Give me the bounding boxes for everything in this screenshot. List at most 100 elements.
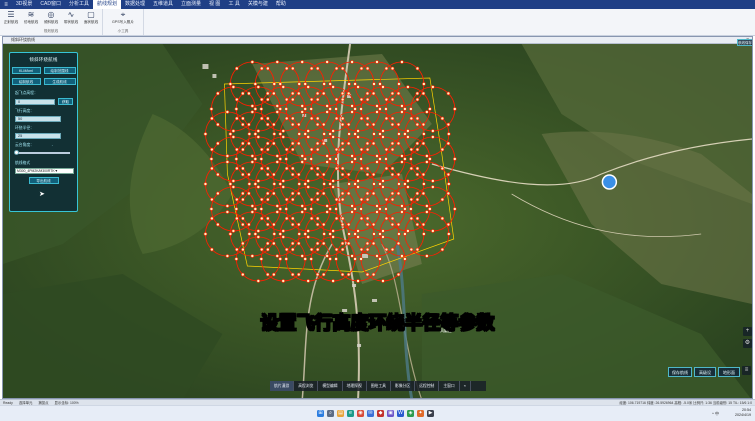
waypoint[interactable] xyxy=(315,247,320,252)
waypoint[interactable] xyxy=(446,141,451,146)
menu-item-1[interactable]: CAD窗口 xyxy=(36,0,65,9)
waypoint[interactable] xyxy=(231,85,236,89)
waypoint[interactable] xyxy=(241,222,245,227)
waypoint[interactable] xyxy=(284,257,289,261)
waypoint[interactable] xyxy=(250,204,255,208)
waypoint[interactable] xyxy=(346,91,351,96)
system-tray[interactable]: ^ 中 xyxy=(712,411,719,417)
waypoint[interactable] xyxy=(259,107,264,111)
waypoint[interactable] xyxy=(272,232,277,236)
waypoint[interactable] xyxy=(356,235,360,239)
waypoint[interactable] xyxy=(256,129,261,133)
waypoint[interactable] xyxy=(415,166,420,171)
waypoint[interactable] xyxy=(384,207,388,211)
waypoint[interactable] xyxy=(365,166,370,171)
waypoint[interactable] xyxy=(350,110,354,114)
waypoint[interactable] xyxy=(309,66,314,71)
waypoint[interactable] xyxy=(250,60,255,64)
waypoint[interactable] xyxy=(350,254,354,258)
waypoint[interactable] xyxy=(225,110,230,114)
waypoint[interactable] xyxy=(334,216,339,221)
waypoint[interactable] xyxy=(265,191,270,196)
waypoint[interactable] xyxy=(266,166,270,171)
waypoint[interactable] xyxy=(422,132,426,136)
waypoint[interactable] xyxy=(347,182,351,186)
waypoint[interactable] xyxy=(390,172,395,177)
save-route-button[interactable]: 保存航线 xyxy=(668,367,692,377)
waypoint[interactable] xyxy=(390,247,395,252)
waypoint[interactable] xyxy=(265,222,270,227)
waypoint[interactable] xyxy=(231,135,236,139)
waypoint[interactable] xyxy=(284,166,289,171)
waypoint[interactable] xyxy=(359,257,363,261)
waypoint[interactable] xyxy=(396,141,401,146)
waypoint[interactable] xyxy=(290,141,295,146)
waypoint[interactable] xyxy=(384,107,388,111)
waypoint[interactable] xyxy=(256,185,261,189)
waypoint[interactable] xyxy=(365,141,370,146)
waypoint[interactable] xyxy=(303,157,307,161)
waypoint[interactable] xyxy=(241,172,245,177)
waypoint[interactable] xyxy=(309,107,313,111)
waypoint[interactable] xyxy=(231,129,236,133)
waypoint[interactable] xyxy=(328,157,332,161)
waypoint[interactable] xyxy=(290,122,295,127)
waypoint[interactable] xyxy=(390,66,395,71)
waypoint[interactable] xyxy=(290,272,295,277)
waypoint[interactable] xyxy=(375,154,379,158)
menu-item-9[interactable]: 关模与建 xyxy=(244,0,272,9)
waypoint[interactable] xyxy=(365,172,370,177)
waypoint[interactable] xyxy=(425,204,429,208)
waypoint[interactable] xyxy=(403,257,407,261)
waypoint[interactable] xyxy=(256,229,261,233)
waypoint[interactable] xyxy=(428,157,432,161)
waypoint[interactable] xyxy=(425,210,429,214)
waypoint[interactable] xyxy=(253,107,258,111)
terrain-button[interactable]: 地形面 xyxy=(718,367,740,377)
waypoint[interactable] xyxy=(384,216,389,221)
waypoint[interactable] xyxy=(347,232,351,236)
waypoint[interactable] xyxy=(309,257,313,261)
waypoint[interactable] xyxy=(359,207,363,211)
waypoint[interactable] xyxy=(321,91,326,96)
waypoint[interactable] xyxy=(425,254,429,258)
waypoint[interactable] xyxy=(231,185,236,189)
waypoint[interactable] xyxy=(275,210,280,214)
waypoint[interactable] xyxy=(315,97,320,102)
waypoint[interactable] xyxy=(365,147,370,152)
waypoint[interactable] xyxy=(406,179,410,183)
waypoint[interactable] xyxy=(334,116,339,121)
waypoint[interactable] xyxy=(331,179,335,183)
search-icon[interactable]: ⌕ xyxy=(327,410,334,417)
waypoint[interactable] xyxy=(241,247,245,252)
waypoint[interactable] xyxy=(331,185,335,189)
waypoint[interactable] xyxy=(247,232,252,236)
waypoint[interactable] xyxy=(409,116,414,121)
app-menu-icon[interactable]: ≡ xyxy=(0,0,12,9)
waypoint[interactable] xyxy=(256,279,261,283)
waypoint[interactable] xyxy=(390,116,395,121)
waypoint[interactable] xyxy=(378,157,382,161)
waypoint[interactable] xyxy=(253,182,258,186)
waypoint[interactable] xyxy=(281,179,286,183)
waypoint[interactable] xyxy=(378,232,382,236)
waypoint[interactable] xyxy=(300,254,304,258)
generate-route-button[interactable]: 生成航线 xyxy=(43,78,76,85)
waypoint[interactable] xyxy=(353,107,357,111)
advanced-settings-button[interactable]: 高级设 xyxy=(694,367,716,377)
waypoint[interactable] xyxy=(390,141,395,146)
waypoint[interactable] xyxy=(272,182,277,186)
waypoint[interactable] xyxy=(241,272,245,277)
waypoint[interactable] xyxy=(300,154,304,158)
waypoint[interactable] xyxy=(315,241,320,246)
waypoint[interactable] xyxy=(328,257,332,261)
get-elevation-button[interactable]: 获取 xyxy=(58,98,73,105)
waypoint[interactable] xyxy=(390,216,395,221)
waypoint[interactable] xyxy=(228,232,233,236)
orbit-radius-input[interactable]: 25 xyxy=(15,133,61,139)
waypoint[interactable] xyxy=(371,241,376,246)
waypoint[interactable] xyxy=(300,204,304,208)
waypoint[interactable] xyxy=(309,116,314,121)
waypoint[interactable] xyxy=(290,247,295,252)
waypoint[interactable] xyxy=(275,110,280,114)
